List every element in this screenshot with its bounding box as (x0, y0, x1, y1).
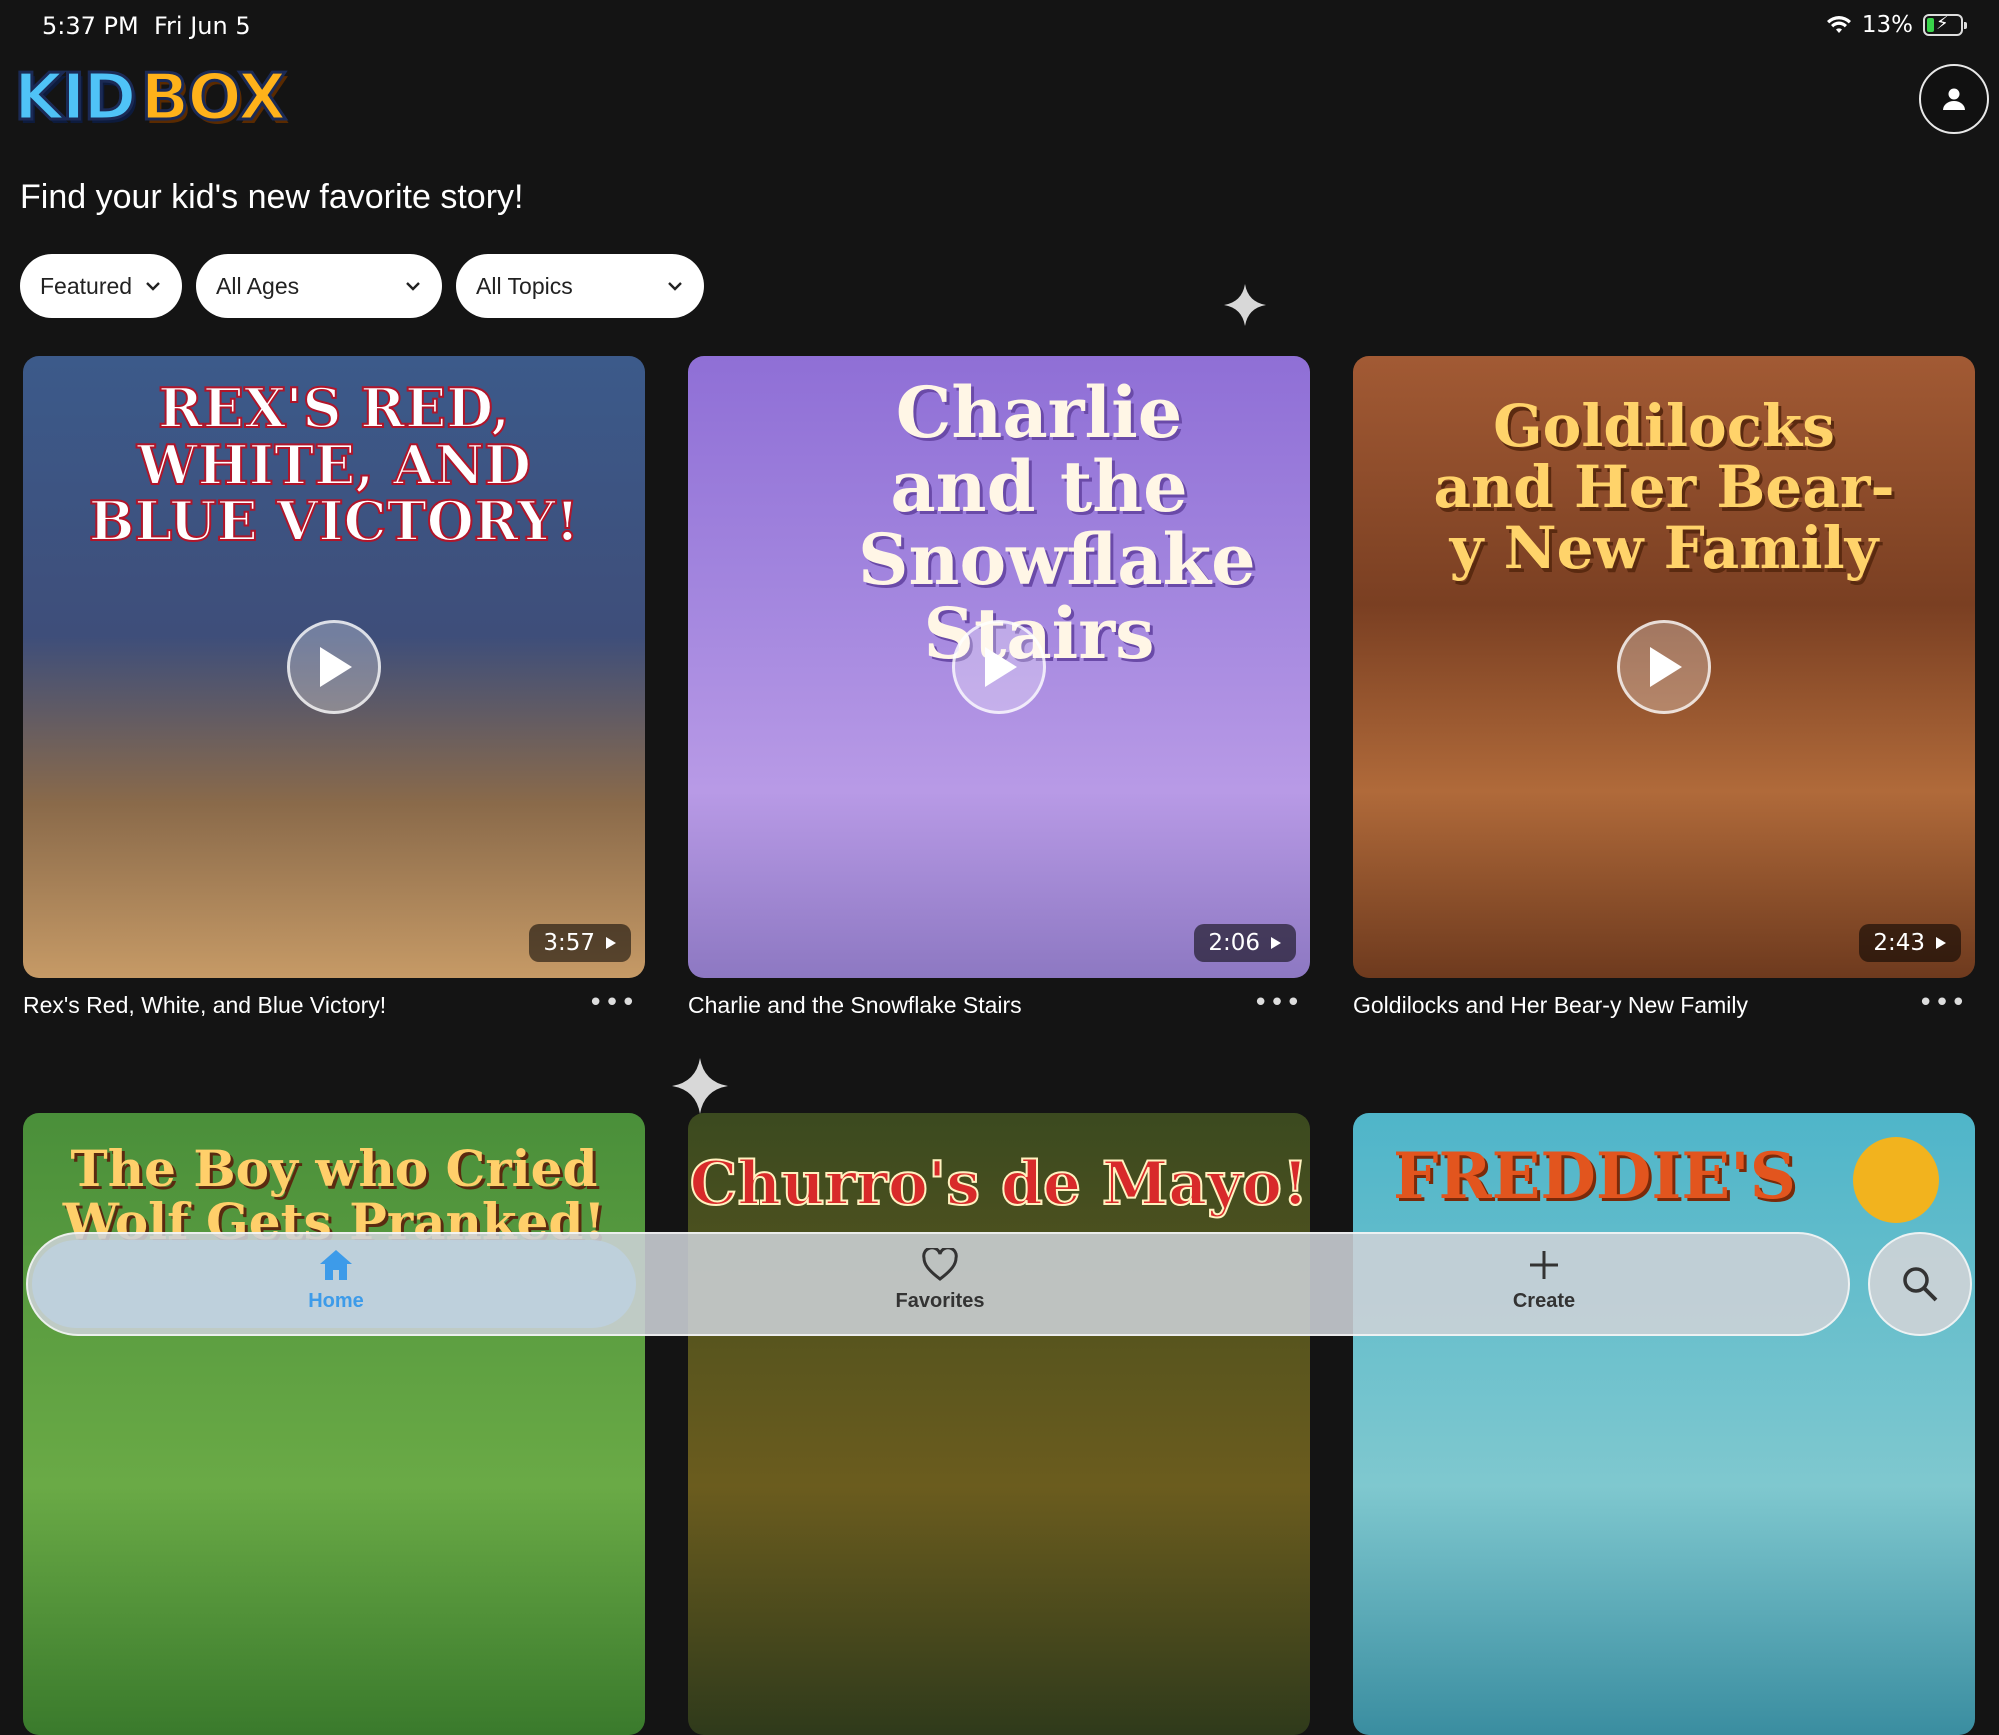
age-dropdown-label: All Ages (216, 272, 300, 299)
home-icon (320, 1250, 352, 1280)
status-time: 5:37 PM Fri Jun 5 (42, 12, 251, 40)
story-card[interactable]: Goldilocks and Her Bear-y New Family 2:4… (1353, 356, 1975, 1018)
sun-illustration (1853, 1137, 1939, 1223)
story-title[interactable]: Charlie and the Snowflake Stairs (688, 992, 1022, 1019)
nav-home-label: Home (308, 1290, 364, 1312)
more-options-button[interactable]: ••• (1918, 988, 1967, 1018)
age-dropdown[interactable]: All Ages (196, 254, 442, 318)
play-small-icon (606, 937, 616, 949)
chevron-down-icon (406, 282, 420, 291)
play-button[interactable] (1617, 620, 1711, 714)
story-art-title: Churro's de Mayo! (689, 1149, 1310, 1219)
chevron-down-icon (668, 282, 682, 291)
kidbox-logo[interactable]: KID BOX (13, 58, 289, 138)
user-icon (1943, 88, 1965, 110)
duration-badge: 2:43 (1859, 924, 1961, 962)
status-right: 13% ⚡ (1826, 12, 1967, 38)
sort-dropdown-label: Featured (40, 272, 133, 299)
story-art-title: REX'S RED, WHITE, AND BLUE VICTORY! (88, 376, 581, 554)
chevron-down-icon (146, 282, 160, 291)
story-title[interactable]: Rex's Red, White, and Blue Victory! (23, 992, 386, 1019)
duration-badge: 3:57 (529, 924, 631, 962)
plus-icon (1530, 1251, 1558, 1279)
play-icon (320, 647, 352, 687)
play-button[interactable] (287, 620, 381, 714)
page-headline: Find your kid's new favorite story! (20, 178, 524, 216)
story-card[interactable]: FREDDIE'S (1353, 1113, 1975, 1735)
filter-bar: Featured All Ages All Topics (20, 254, 704, 318)
story-thumbnail[interactable]: Churro's de Mayo! (688, 1113, 1310, 1735)
topic-dropdown-label: All Topics (476, 272, 573, 299)
nav-create-label: Create (1512, 1290, 1576, 1312)
story-card[interactable]: Churro's de Mayo! (688, 1113, 1310, 1735)
heart-icon (922, 1246, 958, 1281)
story-art-title: Goldilocks and Her Bear-y New Family (1433, 392, 1895, 582)
play-small-icon (1271, 937, 1281, 949)
sort-dropdown[interactable]: Featured (20, 254, 182, 318)
logo-kid-text: KID (13, 60, 139, 137)
story-title[interactable]: Goldilocks and Her Bear-y New Family (1353, 992, 1748, 1019)
nav-favorites-label: Favorites (895, 1290, 985, 1312)
status-bar: 5:37 PM Fri Jun 5 13% ⚡ (0, 0, 1999, 52)
sparkle-icon (1224, 284, 1266, 326)
search-button[interactable] (1868, 1232, 1972, 1336)
story-card[interactable]: Charlie and the Snowflake Stairs 2:06 Ch… (688, 356, 1310, 1018)
nav-create[interactable]: Create (1464, 1248, 1624, 1313)
topic-dropdown[interactable]: All Topics (456, 254, 704, 318)
story-thumbnail[interactable]: REX'S RED, WHITE, AND BLUE VICTORY! 3:57 (23, 356, 645, 978)
nav-home[interactable]: Home (256, 1248, 416, 1313)
search-icon (1903, 1267, 1938, 1302)
bottom-nav: Home Favorites Create (26, 1232, 1850, 1336)
battery-percent: 13% (1861, 12, 1913, 38)
more-options-button[interactable]: ••• (588, 988, 637, 1018)
nav-favorites[interactable]: Favorites (860, 1246, 1020, 1313)
wifi-icon (1826, 16, 1851, 33)
story-card[interactable]: The Boy who Cried Wolf Gets Pranked! (23, 1113, 645, 1735)
story-thumbnail[interactable]: Charlie and the Snowflake Stairs 2:06 (688, 356, 1310, 978)
story-card[interactable]: REX'S RED, WHITE, AND BLUE VICTORY! 3:57… (23, 356, 645, 1018)
story-thumbnail[interactable]: Goldilocks and Her Bear-y New Family 2:4… (1353, 356, 1975, 978)
more-options-button[interactable]: ••• (1253, 988, 1302, 1018)
story-thumbnail[interactable]: The Boy who Cried Wolf Gets Pranked! (23, 1113, 645, 1735)
logo-box-text: BOX (139, 60, 288, 137)
duration-badge: 2:06 (1194, 924, 1296, 962)
play-button[interactable] (952, 620, 1046, 714)
sparkle-icon (672, 1058, 728, 1114)
story-thumbnail[interactable]: FREDDIE'S (1353, 1113, 1975, 1735)
play-icon (985, 647, 1017, 687)
account-button[interactable] (1919, 64, 1989, 134)
play-small-icon (1936, 937, 1946, 949)
play-icon (1650, 647, 1682, 687)
battery-icon: ⚡ (1923, 13, 1967, 36)
